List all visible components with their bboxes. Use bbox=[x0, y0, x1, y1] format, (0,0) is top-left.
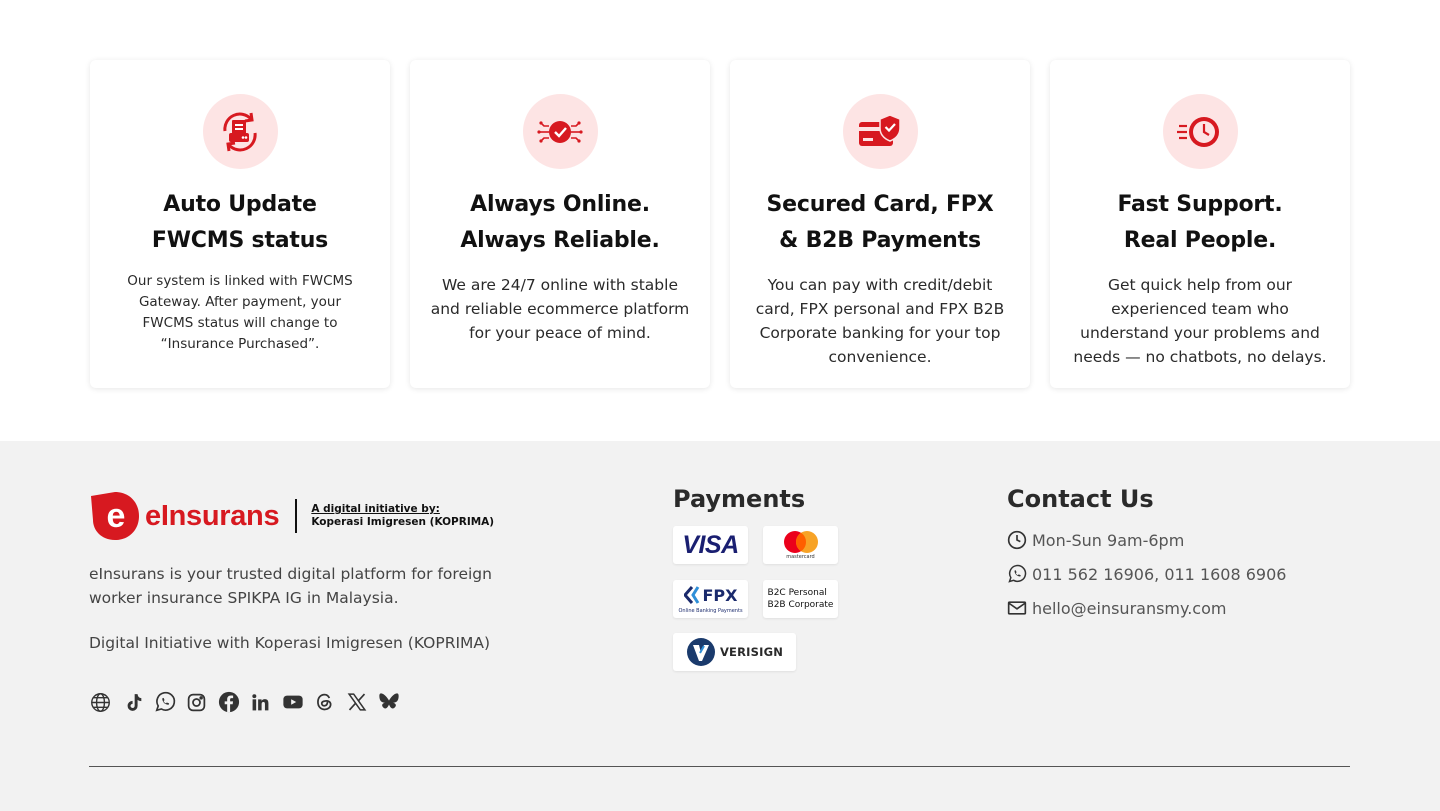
feature-card-always-online: Always Online. Always Reliable. We are 2… bbox=[410, 60, 710, 388]
logo-divider bbox=[295, 499, 298, 533]
feature-card-fast-support: Fast Support. Real People. Get quick hel… bbox=[1050, 60, 1350, 388]
contact-email-link[interactable]: hello@einsuransmy.com bbox=[1032, 599, 1226, 618]
fpx-badge: FPX Online Banking Payments bbox=[673, 580, 748, 618]
threads-icon[interactable] bbox=[313, 690, 336, 714]
verisign-logo-icon bbox=[686, 638, 715, 666]
whatsapp-icon[interactable] bbox=[153, 690, 176, 714]
mail-icon bbox=[1007, 598, 1027, 618]
contact-hours-text: Mon-Sun 9am-6pm bbox=[1032, 530, 1185, 550]
einsurans-logo-icon: e bbox=[91, 492, 139, 540]
feature-title: Auto Update FWCMS status bbox=[151, 192, 329, 253]
instagram-icon[interactable] bbox=[185, 690, 208, 714]
tiktok-icon[interactable] bbox=[121, 690, 144, 714]
mastercard-label: mastercard bbox=[786, 554, 815, 560]
contact-phone[interactable]: 011 562 16906, 011 1608 6906 bbox=[1007, 564, 1286, 584]
visa-logo: VISA bbox=[682, 530, 739, 559]
feature-title: Secured Card, FPX & B2B Payments bbox=[766, 192, 994, 253]
feature-text: Our system is linked with FWCMS Gateway.… bbox=[127, 273, 353, 352]
fpx-label: FPX bbox=[702, 585, 738, 605]
visa-badge: VISA bbox=[673, 526, 748, 564]
mastercard-badge: mastercard bbox=[763, 526, 838, 564]
x-icon[interactable] bbox=[345, 690, 368, 714]
contact-title: Contact Us bbox=[1007, 485, 1154, 513]
mastercard-logo-icon bbox=[783, 530, 818, 553]
document-refresh-icon bbox=[202, 94, 278, 169]
bluesky-icon[interactable] bbox=[377, 690, 400, 714]
social-links bbox=[89, 690, 400, 714]
contact-hours: Mon-Sun 9am-6pm bbox=[1007, 530, 1184, 550]
features-section: Auto Update FWCMS status Our system is l… bbox=[0, 0, 1440, 441]
feature-text: You can pay with credit/debit card, FPX … bbox=[755, 276, 1005, 366]
brand-logo[interactable]: e eInsurans A digital initiative by: Kop… bbox=[89, 490, 494, 542]
feature-card-secured-payments: Secured Card, FPX & B2B Payments You can… bbox=[730, 60, 1030, 388]
footer-divider bbox=[89, 766, 1350, 767]
initiative-text: Digital Initiative with Koperasi Imigres… bbox=[89, 634, 491, 652]
verisign-label: VERISIGN bbox=[719, 645, 784, 659]
contact-phone-text[interactable]: 011 562 16906, 011 1608 6906 bbox=[1032, 565, 1286, 584]
about-text: eInsurans is your trusted digital platfo… bbox=[89, 565, 492, 607]
footer: e eInsurans A digital initiative by: Kop… bbox=[0, 441, 1440, 811]
brand-name: eInsurans bbox=[145, 499, 280, 532]
feature-title: Always Online. Always Reliable. bbox=[460, 192, 660, 253]
fpx-logo-icon bbox=[683, 586, 699, 604]
secure-card-icon bbox=[842, 94, 918, 169]
fpx-sublabel: Online Banking Payments bbox=[678, 608, 743, 614]
feature-title: Fast Support. Real People. bbox=[1117, 192, 1283, 253]
svg-text:e: e bbox=[107, 497, 126, 535]
globe-icon[interactable] bbox=[89, 690, 112, 714]
clock-icon bbox=[1007, 530, 1027, 550]
whatsapp-icon bbox=[1007, 564, 1027, 584]
feature-card-auto-update: Auto Update FWCMS status Our system is l… bbox=[90, 60, 390, 388]
network-check-icon bbox=[522, 94, 598, 169]
youtube-icon[interactable] bbox=[281, 690, 304, 714]
feature-text: Get quick help from our experienced team… bbox=[1073, 276, 1327, 366]
feature-text: We are 24/7 online with stable and relia… bbox=[430, 276, 690, 342]
payments-title: Payments bbox=[673, 485, 806, 513]
linkedin-icon[interactable] bbox=[249, 690, 272, 714]
b2c-b2b-label: B2C Personal B2B Corporate bbox=[767, 588, 834, 610]
brand-tagline: A digital initiative by: Koperasi Imigre… bbox=[311, 503, 495, 528]
b2c-b2b-badge: B2C Personal B2B Corporate bbox=[763, 580, 838, 618]
fast-clock-icon bbox=[1162, 94, 1238, 169]
contact-email[interactable]: hello@einsuransmy.com bbox=[1007, 598, 1226, 618]
verisign-badge: VERISIGN bbox=[673, 633, 796, 671]
facebook-icon[interactable] bbox=[217, 690, 240, 714]
